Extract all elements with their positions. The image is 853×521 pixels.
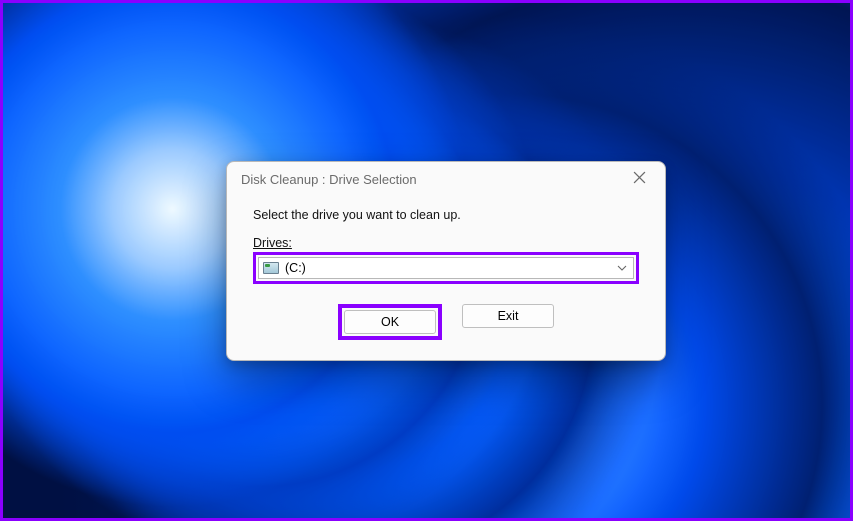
chevron-down-icon xyxy=(615,263,629,273)
ok-button-label: OK xyxy=(381,315,399,329)
close-icon xyxy=(633,171,646,187)
instruction-text: Select the drive you want to clean up. xyxy=(253,208,639,222)
drives-combo-highlight: (C:) xyxy=(253,252,639,284)
drives-label: Drives: xyxy=(253,236,639,250)
drive-select[interactable]: (C:) xyxy=(258,257,634,279)
disk-cleanup-dialog: Disk Cleanup : Drive Selection Select th… xyxy=(226,161,666,361)
drive-select-value: (C:) xyxy=(285,261,615,275)
exit-button[interactable]: Exit xyxy=(462,304,554,328)
drive-icon xyxy=(263,262,279,274)
close-button[interactable] xyxy=(621,166,657,192)
ok-button-highlight: OK xyxy=(338,304,442,340)
ok-button[interactable]: OK xyxy=(344,310,436,334)
exit-button-label: Exit xyxy=(498,309,519,323)
dialog-title: Disk Cleanup : Drive Selection xyxy=(241,172,621,187)
dialog-titlebar: Disk Cleanup : Drive Selection xyxy=(227,162,665,196)
